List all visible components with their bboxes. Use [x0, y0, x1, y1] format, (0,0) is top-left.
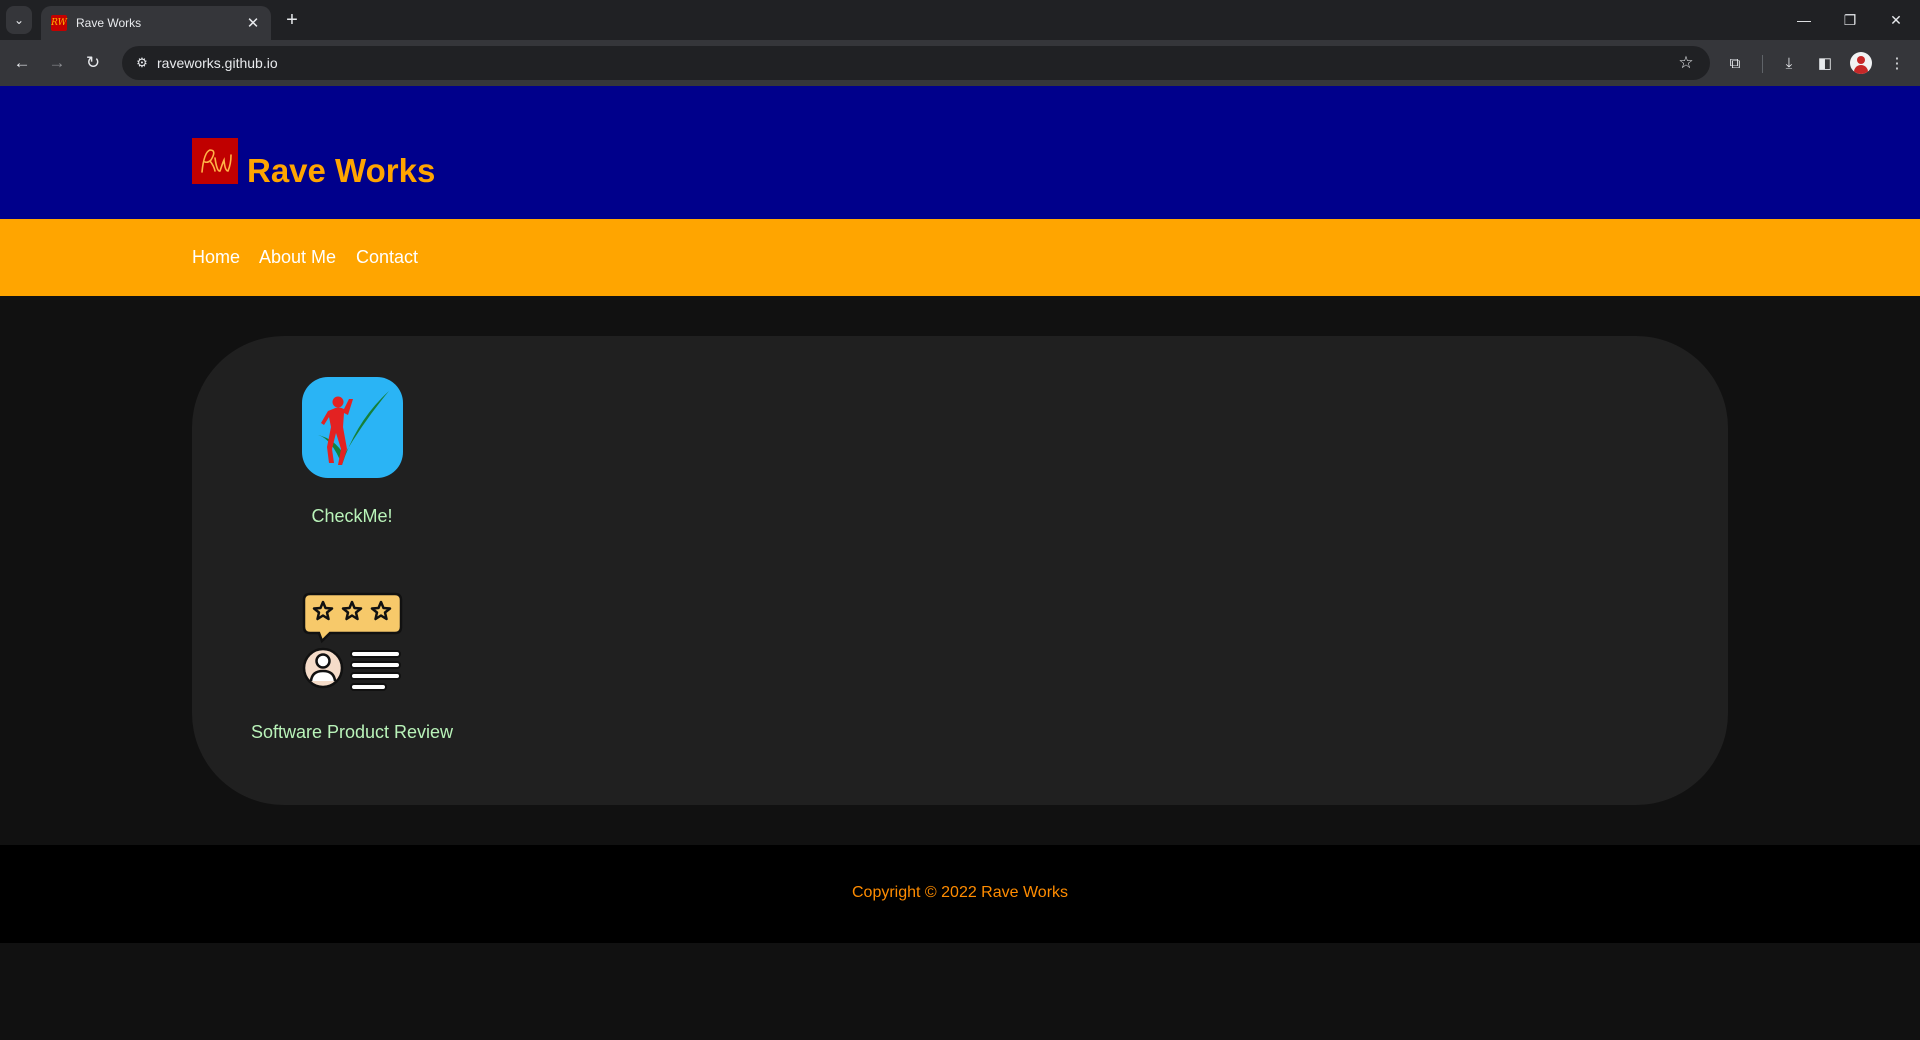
download-icon[interactable]: ⤓: [1776, 50, 1802, 76]
address-bar[interactable]: ⚙ raveworks.github.io ☆: [122, 46, 1710, 80]
minimize-icon: —: [1797, 12, 1811, 28]
site-footer: Copyright © 2022 Rave Works: [0, 845, 1920, 943]
nav-link-home[interactable]: Home: [192, 247, 240, 268]
side-panel-icon[interactable]: ◧: [1812, 50, 1838, 76]
restore-button[interactable]: ❐: [1828, 6, 1872, 34]
close-window-button[interactable]: ✕: [1874, 6, 1918, 34]
url-text[interactable]: raveworks.github.io: [157, 55, 278, 71]
close-icon: ✕: [246, 15, 260, 32]
site-nav: Home About Me Contact: [0, 219, 1920, 296]
forward-button[interactable]: →: [42, 48, 72, 78]
more-menu-icon[interactable]: ⋮: [1884, 50, 1910, 76]
profile-avatar[interactable]: [1850, 52, 1872, 74]
arrow-left-icon: ←: [13, 53, 31, 72]
tab-search-button[interactable]: ⌄: [6, 6, 32, 34]
site-info-icon[interactable]: ⚙: [130, 51, 154, 75]
close-icon: ✕: [1890, 11, 1902, 28]
checkme-app-icon[interactable]: [302, 377, 403, 478]
toolbar-divider: [1762, 55, 1763, 73]
nav-link-about-me[interactable]: About Me: [259, 247, 336, 268]
bookmark-star-icon[interactable]: ☆: [1674, 51, 1698, 75]
browser-tab-active[interactable]: RW Rave Works ✕: [41, 6, 271, 40]
product-review-icon[interactable]: [302, 591, 403, 694]
chevron-down-icon: ⌄: [13, 13, 25, 27]
browser-toolbar: ← → ↻ ⚙ raveworks.github.io ☆ ⧉ ⤓ ◧ ⋮: [0, 40, 1920, 86]
tab-title: Rave Works: [76, 16, 142, 30]
avatar-body: [1854, 65, 1868, 74]
site-brand-title[interactable]: Rave Works: [247, 152, 435, 190]
copyright-text: Copyright © 2022 Rave Works: [851, 884, 1069, 901]
nav-link-contact[interactable]: Contact: [356, 247, 418, 268]
avatar-head: [1857, 56, 1865, 64]
site-favicon-icon: RW: [51, 15, 67, 31]
site-logo[interactable]: [192, 138, 238, 184]
back-button[interactable]: ←: [7, 48, 37, 78]
apps-card: CheckMe! Software Product Review: [192, 336, 1728, 805]
reload-icon: ↻: [85, 53, 101, 72]
logo-monogram-icon: [192, 138, 238, 184]
restore-icon: ❐: [1843, 11, 1857, 28]
new-tab-button[interactable]: +: [280, 8, 304, 32]
site-header: Rave Works: [0, 86, 1920, 219]
minimize-button[interactable]: —: [1782, 6, 1826, 34]
browser-tabstrip: ⌄ RW Rave Works ✕ + — ❐ ✕: [0, 0, 1920, 40]
plus-icon: +: [286, 8, 298, 31]
tab-close-button[interactable]: ✕: [243, 13, 263, 33]
extensions-icon[interactable]: ⧉: [1722, 50, 1748, 76]
arrow-right-icon: →: [48, 53, 66, 72]
app-label-checkme[interactable]: CheckMe!: [192, 506, 512, 527]
app-label-product-review[interactable]: Software Product Review: [192, 722, 512, 743]
reload-button[interactable]: ↻: [78, 48, 108, 78]
